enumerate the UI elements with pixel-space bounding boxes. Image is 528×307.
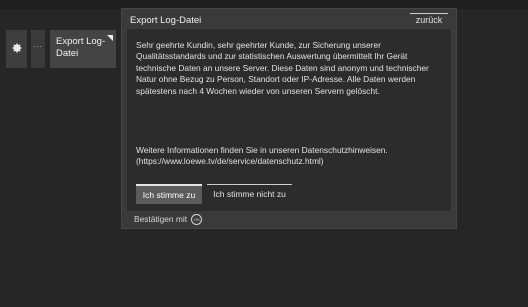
tv-screen: ... Export Log-Datei Export Log-Datei zu… <box>0 0 528 307</box>
corner-marker-icon <box>107 35 113 41</box>
top-band <box>0 0 528 9</box>
disagree-button[interactable]: Ich stimme nicht zu <box>207 184 292 203</box>
consent-text: Sehr geehrte Kundin, sehr geehrter Kunde… <box>136 40 429 96</box>
menu-more-button[interactable]: ... <box>31 30 45 68</box>
privacy-info-text: Weitere Informationen finden Sie in unse… <box>136 145 388 167</box>
confirm-hint: Bestätigen mit OK <box>134 214 203 226</box>
menu-item-label: Export Log-Datei <box>56 36 106 59</box>
confirm-hint-label: Bestätigen mit <box>134 214 188 224</box>
menu-settings-button[interactable] <box>6 30 27 68</box>
dialog-content: Sehr geehrte Kundin, sehr geehrter Kunde… <box>127 29 451 211</box>
export-dialog: Export Log-Datei zurück Sehr geehrte Kun… <box>122 9 456 228</box>
gear-icon <box>12 43 22 53</box>
dialog-title: Export Log-Datei <box>130 15 202 26</box>
menu-item-export-log[interactable]: Export Log-Datei <box>50 30 116 68</box>
ok-button-icon: OK <box>191 214 203 226</box>
back-button[interactable]: zurück <box>410 13 448 27</box>
agree-button[interactable]: Ich stimme zu <box>136 184 202 204</box>
more-dots: ... <box>33 40 43 49</box>
